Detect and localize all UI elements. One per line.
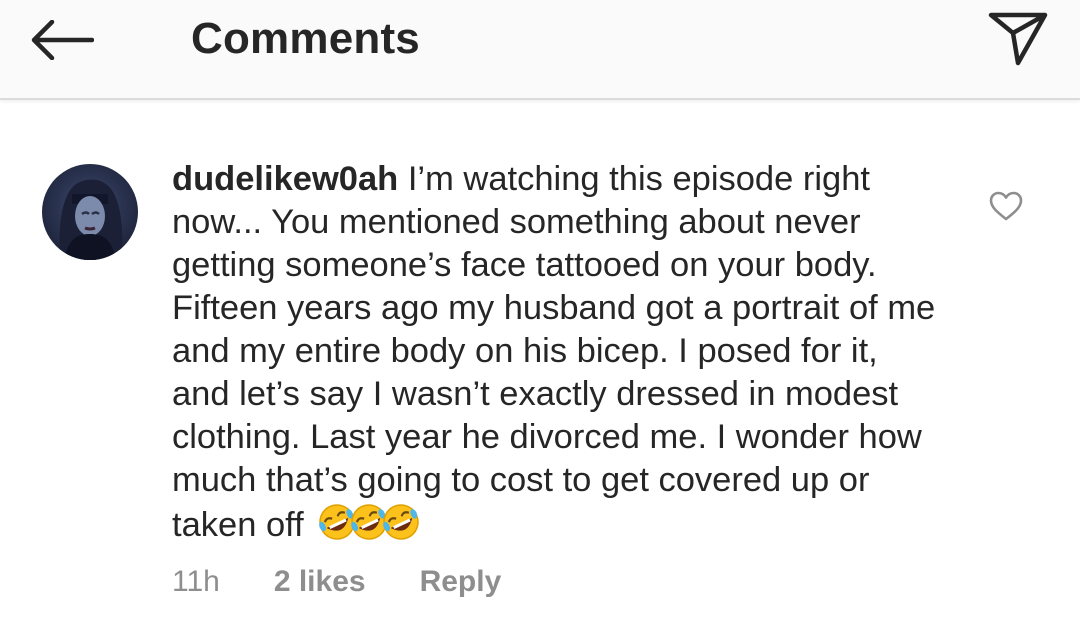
comment-text: I’m watching this episode right now... Y… bbox=[172, 160, 936, 544]
rolling-laughing-emoji-icon bbox=[383, 504, 420, 540]
arrow-left-icon bbox=[31, 20, 94, 60]
share-button[interactable] bbox=[982, 6, 1054, 72]
comment-timestamp: 11h bbox=[172, 565, 220, 598]
laughing-emoji-group bbox=[317, 502, 420, 553]
avatar-image bbox=[59, 179, 123, 260]
avatar[interactable] bbox=[42, 164, 138, 260]
top-bar: Comments bbox=[0, 0, 1080, 100]
heart-outline-icon bbox=[989, 191, 1023, 221]
comment-meta: 11h 2 likes Reply bbox=[172, 562, 501, 602]
comment-body: dudelikew0ah I’m watching this episode r… bbox=[172, 158, 942, 553]
page-title: Comments bbox=[191, 14, 420, 63]
comment-username[interactable]: dudelikew0ah bbox=[172, 160, 398, 198]
comment-item: dudelikew0ah I’m watching this episode r… bbox=[0, 100, 1080, 630]
reply-button[interactable]: Reply bbox=[420, 565, 502, 599]
likes-count[interactable]: 2 likes bbox=[274, 565, 366, 599]
like-button[interactable] bbox=[986, 186, 1026, 226]
paper-plane-icon bbox=[988, 12, 1048, 66]
back-button[interactable] bbox=[22, 10, 102, 70]
